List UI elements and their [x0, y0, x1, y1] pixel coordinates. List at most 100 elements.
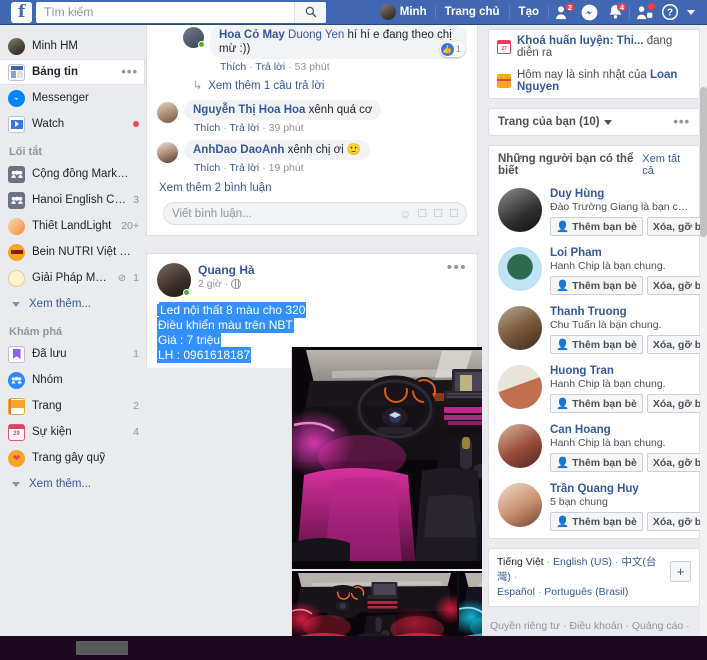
- profile-link[interactable]: Minh: [373, 0, 434, 25]
- chevron-down-icon[interactable]: [603, 119, 612, 125]
- remove-suggestion-button[interactable]: Xóa, gỡ bỏ: [646, 217, 700, 236]
- emoji-icon[interactable]: ☺: [399, 207, 411, 221]
- sidebar-item-events[interactable]: 29 Sự kiện 4: [0, 419, 145, 445]
- sidebar-item-watch[interactable]: Watch: [0, 111, 145, 137]
- post-photo-main[interactable]: [291, 347, 482, 569]
- sidebar-item-shortcut-2[interactable]: Hanoi English Club... 3: [0, 187, 145, 213]
- suggestion-name[interactable]: Duy Hùng: [550, 188, 690, 200]
- post-body-line: Giá : 7 triệu: [157, 332, 467, 348]
- create-link[interactable]: Tạo: [511, 0, 547, 25]
- language-option-pt[interactable]: Português (Brasil): [544, 586, 628, 598]
- sidebar-item-groups[interactable]: Nhóm: [0, 367, 145, 393]
- gif-icon[interactable]: ☐: [433, 207, 443, 220]
- add-friend-button[interactable]: 👤 Thêm bạn bè: [550, 512, 643, 531]
- avatar[interactable]: [498, 247, 542, 291]
- page-scrollbar-thumb[interactable]: [700, 87, 707, 237]
- remove-suggestion-button[interactable]: Xóa, gỡ bỏ: [646, 335, 700, 354]
- account-menu-chevron-down-icon[interactable]: [687, 9, 695, 15]
- language-option-en[interactable]: English (US): [553, 556, 612, 568]
- add-friend-button[interactable]: 👤 Thêm bạn bè: [550, 453, 643, 472]
- home-link[interactable]: Trang chủ: [437, 0, 508, 25]
- suggestion-name[interactable]: Thanh Truong: [550, 306, 690, 318]
- remove-suggestion-button[interactable]: Xóa, gỡ bỏ: [646, 512, 700, 531]
- add-friend-button[interactable]: 👤 Thêm bạn bè: [550, 335, 643, 354]
- sidebar-item-fundraiser[interactable]: ❤ Trang gây quỹ: [0, 445, 145, 471]
- event-reminder-row[interactable]: 27 Khoá huấn luyện: Thi... đang diễn ra: [489, 30, 699, 64]
- add-language-button[interactable]: +: [670, 561, 691, 582]
- reply-action[interactable]: Trả lời: [229, 162, 259, 174]
- sidebar-item-shortcut-4[interactable]: Bein NUTRI Việt N...: [0, 239, 145, 265]
- avatar[interactable]: [498, 365, 542, 409]
- reply-arrow-icon: ↳: [193, 80, 203, 92]
- footer-link-terms[interactable]: Điều khoản: [569, 620, 622, 632]
- post-menu-ellipsis-icon[interactable]: •••: [447, 260, 467, 297]
- suggestion-name[interactable]: Huong Tran: [550, 365, 690, 377]
- view-more-replies-link[interactable]: ↳ Xem thêm 1 câu trả lời: [147, 73, 477, 94]
- sidebar-item-messenger[interactable]: Messenger: [0, 85, 145, 111]
- messenger-button[interactable]: [576, 0, 602, 25]
- comment-author[interactable]: Nguyễn Thị Hoa Hoa: [193, 104, 305, 116]
- messenger-icon: [581, 4, 597, 20]
- like-action[interactable]: Thích: [220, 61, 246, 73]
- sticker-icon[interactable]: ☐: [449, 207, 459, 220]
- help-button[interactable]: ?: [657, 0, 683, 25]
- sidebar-item-shortcut-3[interactable]: Thiết LandLight 20+: [0, 213, 145, 239]
- avatar[interactable]: [498, 306, 542, 350]
- language-option-vi[interactable]: Tiếng Việt: [497, 556, 544, 568]
- page-scrollbar-track[interactable]: [700, 25, 707, 636]
- comment-author-alt[interactable]: Duong Yen: [288, 29, 344, 41]
- reply-action[interactable]: Trả lời: [255, 61, 285, 73]
- birthday-reminder-row[interactable]: Hôm nay là sinh nhật của Loan Nguyen: [489, 64, 699, 98]
- sidebar-item-pages[interactable]: Trang 2: [0, 393, 145, 419]
- reply-action[interactable]: Trả lời: [229, 122, 259, 134]
- post-author[interactable]: Quang Hà: [198, 263, 255, 277]
- search-button[interactable]: [294, 1, 326, 23]
- like-action[interactable]: Thích: [194, 162, 220, 174]
- pymk-see-all-link[interactable]: Xem tất cả: [642, 153, 690, 177]
- search-input[interactable]: [44, 2, 296, 22]
- like-action[interactable]: Thích: [194, 122, 220, 134]
- footer-link-privacy[interactable]: Quyền riêng tư: [490, 620, 560, 632]
- language-list: Tiếng Việt · English (US) · 中文(台灣) · Esp…: [497, 556, 657, 598]
- add-friend-button[interactable]: 👤 Thêm bạn bè: [550, 276, 643, 295]
- sidebar-item-saved[interactable]: Đã lưu 1: [0, 341, 145, 367]
- sidebar-item-shortcut-5[interactable]: Giải Pháp Mark... ⊘ 1: [0, 265, 145, 291]
- sidebar-explore-see-more[interactable]: Xem thêm...: [0, 471, 145, 497]
- camera-icon[interactable]: ☐: [417, 207, 427, 220]
- comment-author[interactable]: Hoa Cỏ May: [219, 29, 285, 41]
- sidebar-item-profile[interactable]: Minh HM: [0, 33, 145, 59]
- comment-input[interactable]: Viết bình luận... ☺ ☐ ☐ ☐: [163, 202, 467, 225]
- suggestion-name[interactable]: Trần Quang Huy: [550, 483, 690, 495]
- language-option-es[interactable]: Español: [497, 586, 535, 598]
- facebook-logo[interactable]: f: [11, 1, 32, 23]
- notifications-button[interactable]: 4: [602, 0, 628, 25]
- event-title[interactable]: Khoá huấn luyện: Thi...: [517, 35, 644, 47]
- suggestion-name[interactable]: Loi Pham: [550, 247, 690, 259]
- post-timestamp[interactable]: 2 giờ: [198, 278, 222, 290]
- taskbar-item[interactable]: [76, 641, 128, 655]
- comment-author[interactable]: AnhDao DaoAnh: [193, 144, 284, 156]
- avatar[interactable]: [498, 188, 542, 232]
- page-icon: [8, 269, 25, 287]
- add-friend-button[interactable]: 👤 Thêm bạn bè: [550, 394, 643, 413]
- remove-suggestion-button[interactable]: Xóa, gỡ bỏ: [646, 394, 700, 413]
- search-box[interactable]: [36, 1, 326, 23]
- post-line-text: Giá : 7 triệu: [157, 332, 222, 348]
- friend-requests-button[interactable]: 2: [550, 0, 576, 25]
- sidebar-item-shortcut-1[interactable]: Cộng đồng Marketi...: [0, 161, 145, 187]
- footer-link-ads[interactable]: Quảng cáo: [632, 620, 683, 632]
- remove-suggestion-button[interactable]: Xóa, gỡ bỏ: [646, 276, 700, 295]
- avatar[interactable]: [498, 424, 542, 468]
- news-feed-options-icon[interactable]: •••: [121, 65, 138, 78]
- sidebar-item-news-feed[interactable]: Bảng tin •••: [0, 59, 145, 85]
- friend-finder-button[interactable]: [631, 0, 657, 25]
- your-pages-menu-ellipsis-icon[interactable]: •••: [673, 115, 690, 128]
- suggestion-name[interactable]: Can Hoang: [550, 424, 690, 436]
- your-pages-header[interactable]: Trang của bạn (10) •••: [489, 109, 699, 135]
- view-more-comments-link[interactable]: Xem thêm 2 bình luận: [147, 174, 477, 198]
- sidebar-shortcuts-see-more[interactable]: Xem thêm...: [0, 291, 145, 317]
- avatar[interactable]: [498, 483, 542, 527]
- add-friend-button[interactable]: 👤 Thêm bạn bè: [550, 217, 643, 236]
- remove-suggestion-button[interactable]: Xóa, gỡ bỏ: [646, 453, 700, 472]
- reaction-badge[interactable]: 👍 1: [439, 42, 465, 57]
